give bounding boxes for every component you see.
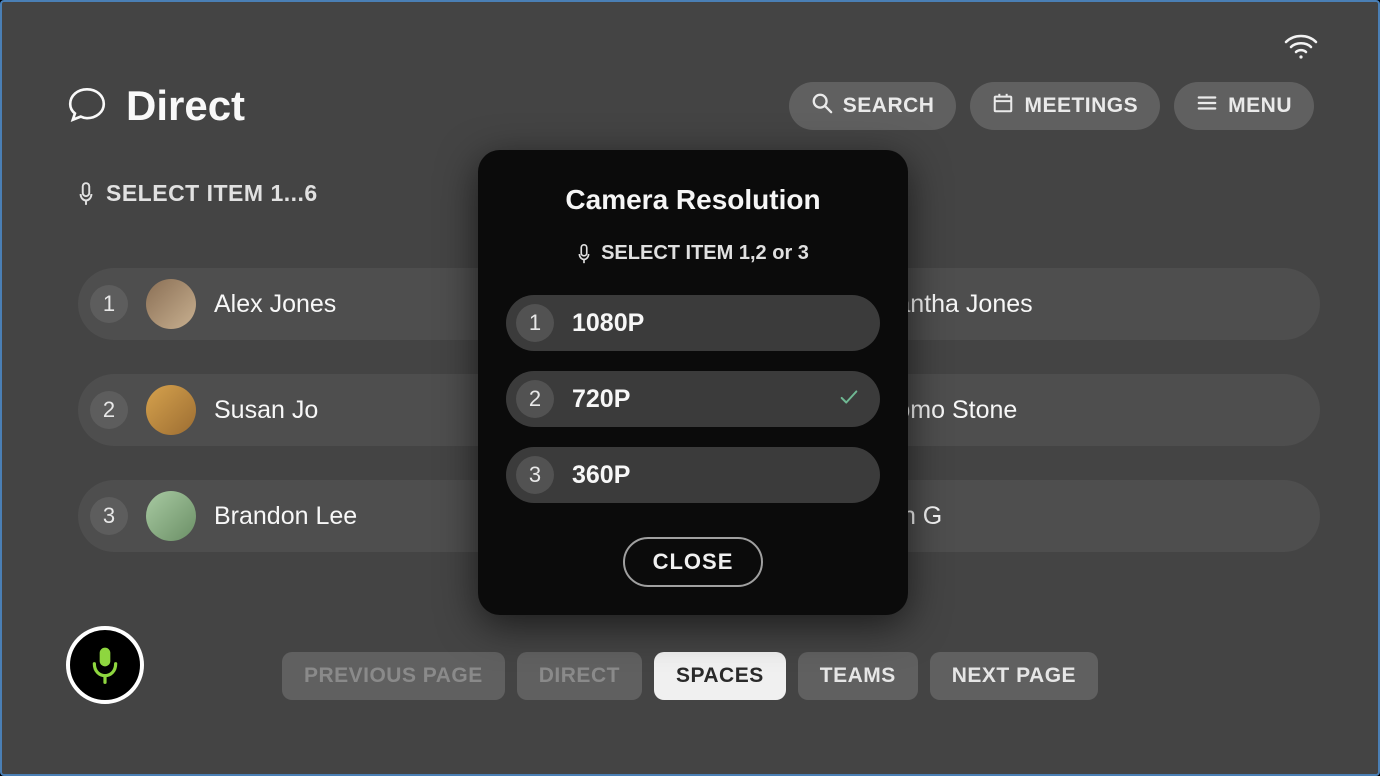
avatar: [146, 491, 196, 541]
menu-label: MENU: [1228, 94, 1292, 118]
microphone-icon: [88, 645, 122, 685]
hamburger-icon: [1196, 92, 1218, 120]
option-label: 360P: [572, 461, 860, 490]
number-badge: 2: [516, 380, 554, 418]
contact-name: Alex Jones: [214, 290, 336, 319]
number-badge: 3: [90, 497, 128, 535]
chat-icon: [66, 83, 108, 130]
tab-teams[interactable]: TEAMS: [798, 652, 918, 700]
modal-hint: SELECT ITEM 1,2 or 3: [577, 242, 809, 265]
number-badge: 1: [516, 304, 554, 342]
microphone-small-icon: [78, 181, 94, 207]
number-badge: 3: [516, 456, 554, 494]
voice-command-button[interactable]: [66, 626, 144, 704]
page-title: Direct: [126, 82, 245, 130]
select-hint: SELECT ITEM 1...6: [78, 180, 318, 207]
tab-direct[interactable]: DIRECT: [517, 652, 642, 700]
header-title-group: Direct: [66, 82, 245, 130]
number-badge: 2: [90, 391, 128, 429]
search-icon: [811, 92, 833, 120]
meetings-button[interactable]: MEETINGS: [970, 82, 1160, 130]
check-icon: [838, 386, 860, 413]
meetings-label: MEETINGS: [1024, 94, 1138, 118]
camera-resolution-modal: Camera Resolution SELECT ITEM 1,2 or 3 1…: [478, 150, 908, 615]
wifi-icon: [1284, 34, 1318, 65]
search-button[interactable]: SEARCH: [789, 82, 957, 130]
search-label: SEARCH: [843, 94, 935, 118]
number-badge: 1: [90, 285, 128, 323]
option-label: 720P: [572, 385, 820, 414]
modal-hint-label: SELECT ITEM 1,2 or 3: [601, 242, 809, 265]
contact-name: Brandon Lee: [214, 502, 357, 531]
tab-spaces[interactable]: SPACES: [654, 652, 786, 700]
avatar: [146, 385, 196, 435]
microphone-small-icon: [577, 243, 591, 265]
contact-name: Susan Jo: [214, 396, 318, 425]
next-page-button[interactable]: NEXT PAGE: [930, 652, 1098, 700]
resolution-option[interactable]: 3 360P: [506, 447, 880, 503]
select-hint-label: SELECT ITEM 1...6: [106, 180, 318, 207]
option-label: 1080P: [572, 309, 860, 338]
avatar: [146, 279, 196, 329]
resolution-option[interactable]: 2 720P: [506, 371, 880, 427]
resolution-option[interactable]: 1 1080P: [506, 295, 880, 351]
menu-button[interactable]: MENU: [1174, 82, 1314, 130]
modal-title: Camera Resolution: [565, 184, 820, 216]
close-button[interactable]: CLOSE: [623, 537, 764, 587]
prev-page-button[interactable]: PREVIOUS PAGE: [282, 652, 505, 700]
calendar-icon: [992, 92, 1014, 120]
